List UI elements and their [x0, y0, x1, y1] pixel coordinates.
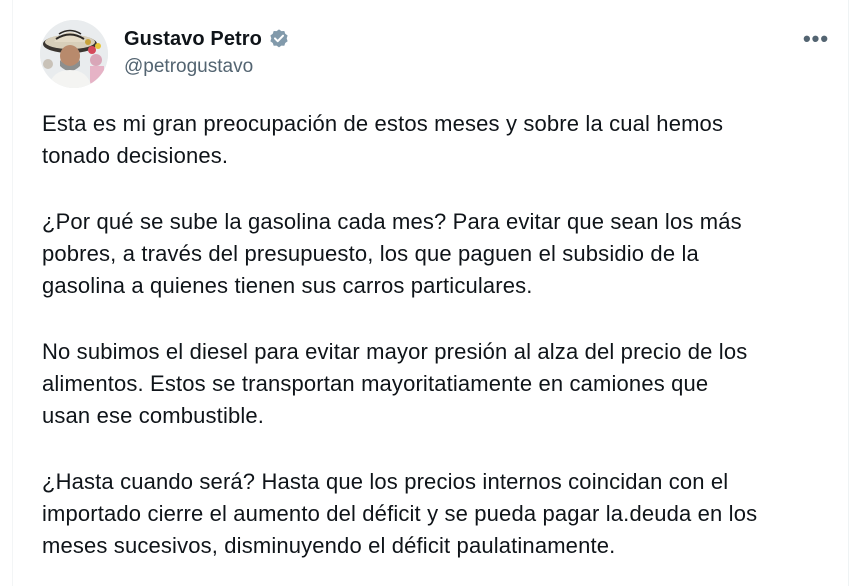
tweet-paragraph: Esta es mi gran preocupación de estos me…: [42, 108, 832, 172]
author-handle[interactable]: @petrogustavo: [124, 56, 290, 78]
tweet-paragraph: ¿Hasta cuando será? Hasta que los precio…: [42, 466, 832, 562]
tweet-line: usan ese combustible.: [42, 403, 265, 428]
more-options-button[interactable]: •••: [799, 26, 833, 52]
more-dots-icon: •••: [802, 26, 830, 51]
left-border: [12, 0, 13, 586]
tweet-line: meses sucesivos, disminuyendo el déficit…: [42, 533, 616, 558]
avatar-image: [40, 20, 108, 88]
tweet-header: Gustavo Petro @petrogustavo •••: [40, 20, 833, 90]
name-row: Gustavo Petro: [124, 26, 290, 52]
tweet-line: Esta es mi gran preocupación de estos me…: [42, 111, 724, 136]
tweet-line: tonado decisiones.: [42, 143, 229, 168]
display-name[interactable]: Gustavo Petro: [124, 28, 262, 51]
verified-badge-icon[interactable]: [268, 28, 290, 50]
tweet-line: No subimos el diesel para evitar mayor p…: [42, 339, 748, 364]
author-names: Gustavo Petro @petrogustavo: [124, 26, 290, 78]
tweet-line: importado cierre el aumento del déficit …: [42, 501, 758, 526]
avatar[interactable]: [40, 20, 108, 88]
tweet-paragraph: ¿Por qué se sube la gasolina cada mes? P…: [42, 206, 832, 302]
tweet-line: alimentos. Estos se transportan mayorita…: [42, 371, 709, 396]
tweet-line: ¿Hasta cuando será? Hasta que los precio…: [42, 469, 729, 494]
tweet-line: gasolina a quienes tienen sus carros par…: [42, 273, 533, 298]
tweet-line: ¿Por qué se sube la gasolina cada mes? P…: [42, 209, 742, 234]
tweet-paragraph: No subimos el diesel para evitar mayor p…: [42, 336, 832, 432]
tweet-text: Esta es mi gran preocupación de estos me…: [42, 108, 832, 562]
right-border: [848, 0, 849, 586]
tweet-card: Gustavo Petro @petrogustavo ••• Esta es …: [0, 0, 863, 586]
tweet-line: pobres, a través del presupuesto, los qu…: [42, 241, 699, 266]
